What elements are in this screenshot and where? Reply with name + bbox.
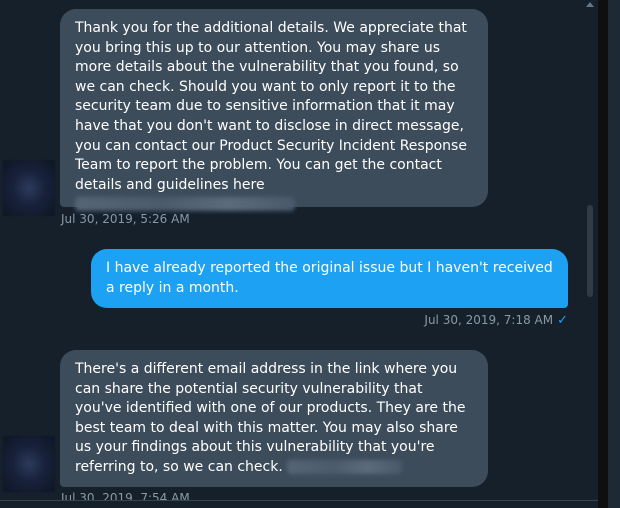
incoming-message-bubble[interactable]: Thank you for the additional details. We… (60, 9, 488, 212)
message-text: Thank you for the additional details. We… (75, 20, 467, 193)
message-timestamp: Jul 30, 2019, 7:18 AM (424, 313, 554, 327)
outgoing-message-bubble[interactable]: I have already reported the original iss… (91, 249, 568, 308)
composer-divider (0, 500, 600, 501)
scrollbar[interactable] (584, 0, 596, 500)
window-frame (598, 0, 608, 508)
incoming-message-bubble[interactable]: There's a different email address in the… (60, 350, 488, 487)
check-icon: ✓ (557, 313, 568, 328)
message-timestamp: Jul 30, 2019, 5:26 AM (61, 212, 190, 226)
sender-avatar[interactable] (3, 436, 55, 492)
redacted-email[interactable] (287, 459, 403, 474)
redacted-link[interactable] (75, 197, 295, 212)
message-timestamp-row: Jul 30, 2019, 7:18 AM ✓ (380, 312, 568, 329)
sender-avatar[interactable] (3, 160, 55, 216)
adjacent-panel-edge (608, 0, 620, 508)
conversation-thread: Thank you for the additional details. We… (0, 0, 584, 500)
scroll-up-arrow-icon[interactable] (586, 2, 594, 7)
scrollbar-thumb[interactable] (587, 205, 593, 297)
message-text: I have already reported the original iss… (106, 260, 553, 296)
message-timestamp: Jul 30, 2019, 7:54 AM (61, 491, 190, 500)
message-text: There's a different email address in the… (75, 361, 466, 475)
